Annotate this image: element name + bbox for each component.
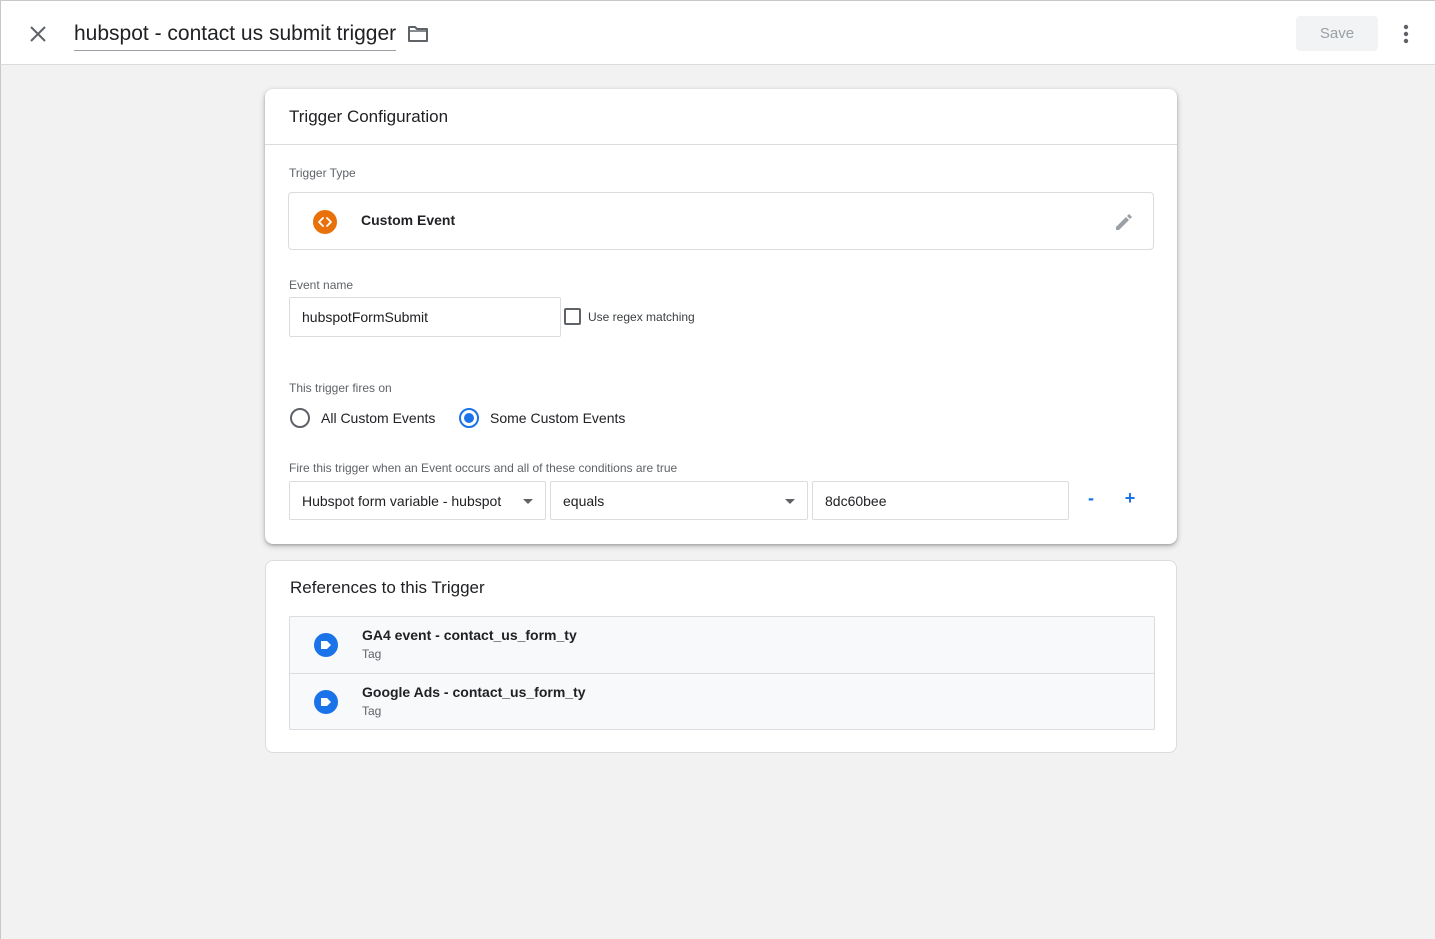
condition-variable-select[interactable]: Hubspot form variable - hubspot	[289, 481, 546, 520]
regex-checkbox-label: Use regex matching	[588, 310, 695, 324]
reference-name: GA4 event - contact_us_form_ty	[362, 627, 577, 643]
tag-icon	[314, 690, 338, 714]
condition-operator-select[interactable]: equals	[550, 481, 808, 520]
folder-icon	[408, 26, 428, 42]
add-condition-button[interactable]: +	[1118, 486, 1142, 510]
reference-name: Google Ads - contact_us_form_ty	[362, 684, 586, 700]
chevron-down-icon	[523, 499, 533, 504]
trigger-configuration-card: Trigger Configuration Trigger Type Custo…	[265, 89, 1177, 544]
plus-icon: +	[1124, 487, 1136, 508]
trigger-type-name: Custom Event	[361, 212, 456, 228]
folder-button[interactable]	[405, 21, 431, 47]
custom-event-icon	[313, 210, 337, 234]
radio-some-custom-events[interactable]	[459, 408, 479, 428]
condition-variable-value: Hubspot form variable - hubspot	[302, 492, 502, 509]
radio-some-custom-events-label[interactable]: Some Custom Events	[490, 410, 625, 426]
edit-pencil-icon[interactable]	[1113, 211, 1135, 233]
radio-all-custom-events[interactable]	[290, 408, 310, 428]
references-card: References to this Trigger GA4 event - c…	[265, 560, 1177, 753]
config-card-header: Trigger Configuration	[265, 89, 1177, 145]
references-card-title: References to this Trigger	[290, 578, 485, 597]
chevron-down-icon	[785, 499, 795, 504]
condition-operator-value: equals	[563, 492, 605, 509]
remove-condition-button[interactable]: -	[1079, 486, 1103, 510]
page-title[interactable]: hubspot - contact us submit trigger	[74, 22, 396, 45]
event-name-input[interactable]: hubspotFormSubmit	[289, 297, 561, 337]
reference-type: Tag	[362, 704, 382, 718]
condition-value: 8dc60bee	[825, 492, 887, 509]
title-field[interactable]: hubspot - contact us submit trigger	[74, 19, 397, 51]
left-edge-divider	[0, 65, 1, 939]
trigger-type-label: Trigger Type	[289, 166, 356, 180]
references-list: GA4 event - contact_us_form_ty Tag Googl…	[289, 616, 1155, 730]
top-bar: hubspot - contact us submit trigger Save	[0, 0, 1435, 65]
condition-label: Fire this trigger when an Event occurs a…	[289, 461, 678, 475]
reference-type: Tag	[362, 647, 382, 661]
event-name-label: Event name	[289, 278, 354, 292]
more-vert-icon	[1403, 24, 1409, 44]
list-item[interactable]: Google Ads - contact_us_form_ty Tag	[290, 673, 1154, 729]
condition-value-input[interactable]: 8dc60bee	[812, 481, 1069, 520]
more-options-button[interactable]	[1393, 19, 1419, 49]
close-icon	[30, 26, 46, 42]
list-item[interactable]: GA4 event - contact_us_form_ty Tag	[290, 617, 1154, 673]
minus-icon: -	[1088, 487, 1094, 508]
save-button[interactable]: Save	[1296, 16, 1378, 51]
regex-checkbox[interactable]	[564, 308, 581, 325]
radio-all-custom-events-label[interactable]: All Custom Events	[321, 410, 435, 426]
close-button[interactable]	[23, 19, 53, 49]
trigger-type-selector[interactable]: Custom Event	[288, 192, 1154, 250]
fires-on-label: This trigger fires on	[289, 381, 392, 395]
event-name-value: hubspotFormSubmit	[302, 309, 429, 325]
config-card-title: Trigger Configuration	[289, 106, 449, 126]
tag-icon	[314, 633, 338, 657]
